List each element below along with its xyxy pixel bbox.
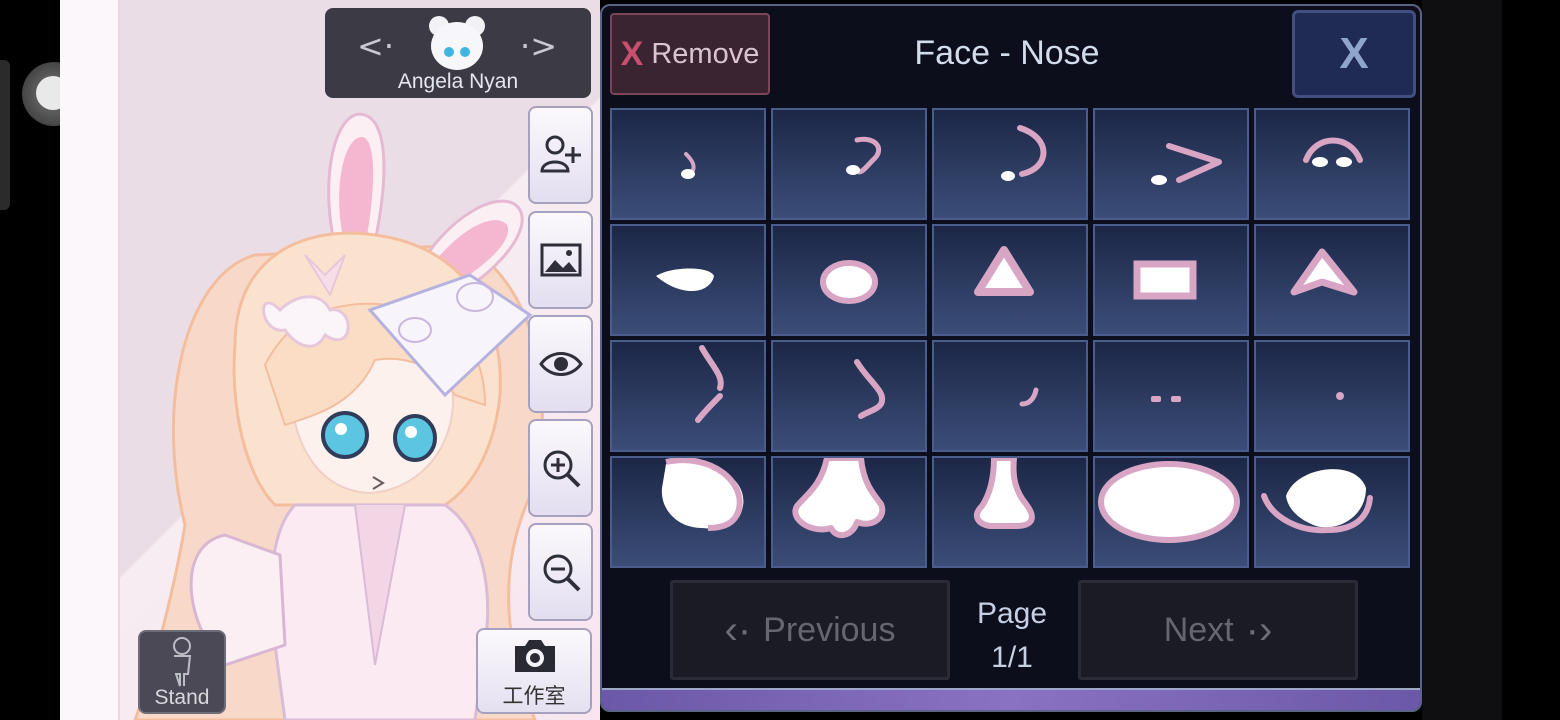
nose-shape-icon [1133, 260, 1197, 300]
nose-option-15[interactable] [1254, 340, 1410, 452]
right-black-bar [1502, 0, 1560, 720]
background-image-icon [540, 243, 581, 277]
nose-option-16[interactable] [610, 456, 766, 568]
nose-option-14[interactable] [1093, 340, 1249, 452]
nose-option-20[interactable] [1254, 456, 1410, 568]
nose-option-2[interactable] [771, 108, 927, 220]
nose-option-6[interactable] [610, 224, 766, 336]
stand-figure-icon [173, 637, 192, 687]
next-page-button[interactable]: Next ·› [1078, 580, 1358, 680]
nose-shape-icon [661, 458, 744, 531]
stand-label: Stand [154, 686, 210, 709]
close-button[interactable]: X [1292, 10, 1416, 98]
chevron-right-icon: ·› [1245, 607, 1273, 652]
nose-option-9[interactable] [1093, 224, 1249, 336]
nose-option-10[interactable] [1254, 224, 1410, 336]
nose-option-13[interactable] [932, 340, 1088, 452]
nose-selection-panel: X Remove Face - Nose X ‹· Previous Page … [600, 4, 1422, 712]
wall-white [60, 0, 118, 720]
edge-tab [0, 60, 10, 210]
nose-shape-icon [973, 458, 1035, 529]
previous-character-arrow[interactable]: <· [357, 30, 394, 62]
nose-option-7[interactable] [771, 224, 927, 336]
remove-x-icon: X [620, 34, 644, 73]
zoom-out-button[interactable] [528, 523, 593, 621]
zoom-out-icon [543, 554, 580, 592]
remove-label: Remove [651, 37, 760, 70]
nose-shape-icon [1001, 125, 1047, 181]
background-button[interactable] [528, 211, 593, 309]
previous-page-button[interactable]: ‹· Previous [670, 580, 950, 680]
nose-option-5[interactable] [1254, 108, 1410, 220]
previous-label: Previous [763, 610, 896, 649]
zoom-in-icon [543, 450, 580, 488]
nose-option-12[interactable] [771, 340, 927, 452]
character-avatar-icon [429, 16, 485, 70]
add-character-button[interactable] [528, 106, 593, 204]
zoom-in-button[interactable] [528, 419, 593, 517]
toggle-visibility-button[interactable] [528, 315, 593, 413]
nose-shape-icon [1290, 248, 1358, 296]
nose-shape-icon [1098, 461, 1240, 543]
next-character-arrow[interactable]: ·> [520, 30, 557, 62]
panel-bottom-bar [602, 688, 1420, 710]
character-scene: <· ·> Angela Nyan Stand 工作室 [60, 0, 600, 720]
nose-options-grid [610, 108, 1414, 572]
character-selector: <· ·> Angela Nyan [325, 8, 591, 98]
nose-shape-icon [1151, 396, 1181, 402]
nose-shape-icon [1019, 387, 1039, 407]
page-indicator: Page 1/1 [962, 592, 1062, 680]
nose-shape-icon [792, 458, 886, 539]
nose-shape-icon [846, 136, 881, 175]
nose-shape-icon [1261, 469, 1373, 534]
studio-button[interactable]: 工作室 [476, 628, 592, 714]
nose-shape-icon [695, 345, 724, 423]
nose-shape-icon [974, 246, 1034, 296]
chevron-left-icon: ‹· [724, 607, 752, 652]
page-word: Page [976, 597, 1048, 630]
nose-shape-icon [1151, 143, 1222, 185]
nose-option-19[interactable] [1093, 456, 1249, 568]
nose-option-3[interactable] [932, 108, 1088, 220]
camera-icon [515, 640, 555, 672]
panel-title: Face - Nose [914, 34, 1100, 72]
nose-option-17[interactable] [771, 456, 927, 568]
nose-shape-icon [820, 260, 878, 304]
remove-button[interactable]: X Remove [610, 13, 770, 95]
nose-shape-icon [1336, 392, 1344, 400]
character-name: Angela Nyan [397, 70, 519, 93]
eye-icon [538, 352, 583, 376]
right-margin [1422, 0, 1502, 720]
nose-option-11[interactable] [610, 340, 766, 452]
page-value: 1/1 [991, 641, 1033, 674]
next-label: Next [1163, 610, 1234, 649]
nose-shape-icon [854, 359, 886, 419]
nose-option-18[interactable] [932, 456, 1088, 568]
nose-option-8[interactable] [932, 224, 1088, 336]
nose-shape-icon [656, 268, 714, 292]
stand-pose-button[interactable]: Stand [138, 630, 226, 714]
nose-option-1[interactable] [610, 108, 766, 220]
add-user-icon [539, 135, 581, 173]
nose-shape-icon [681, 152, 696, 179]
nose-option-4[interactable] [1093, 108, 1249, 220]
studio-label: 工作室 [502, 684, 566, 708]
nose-shape-icon [1303, 137, 1363, 167]
